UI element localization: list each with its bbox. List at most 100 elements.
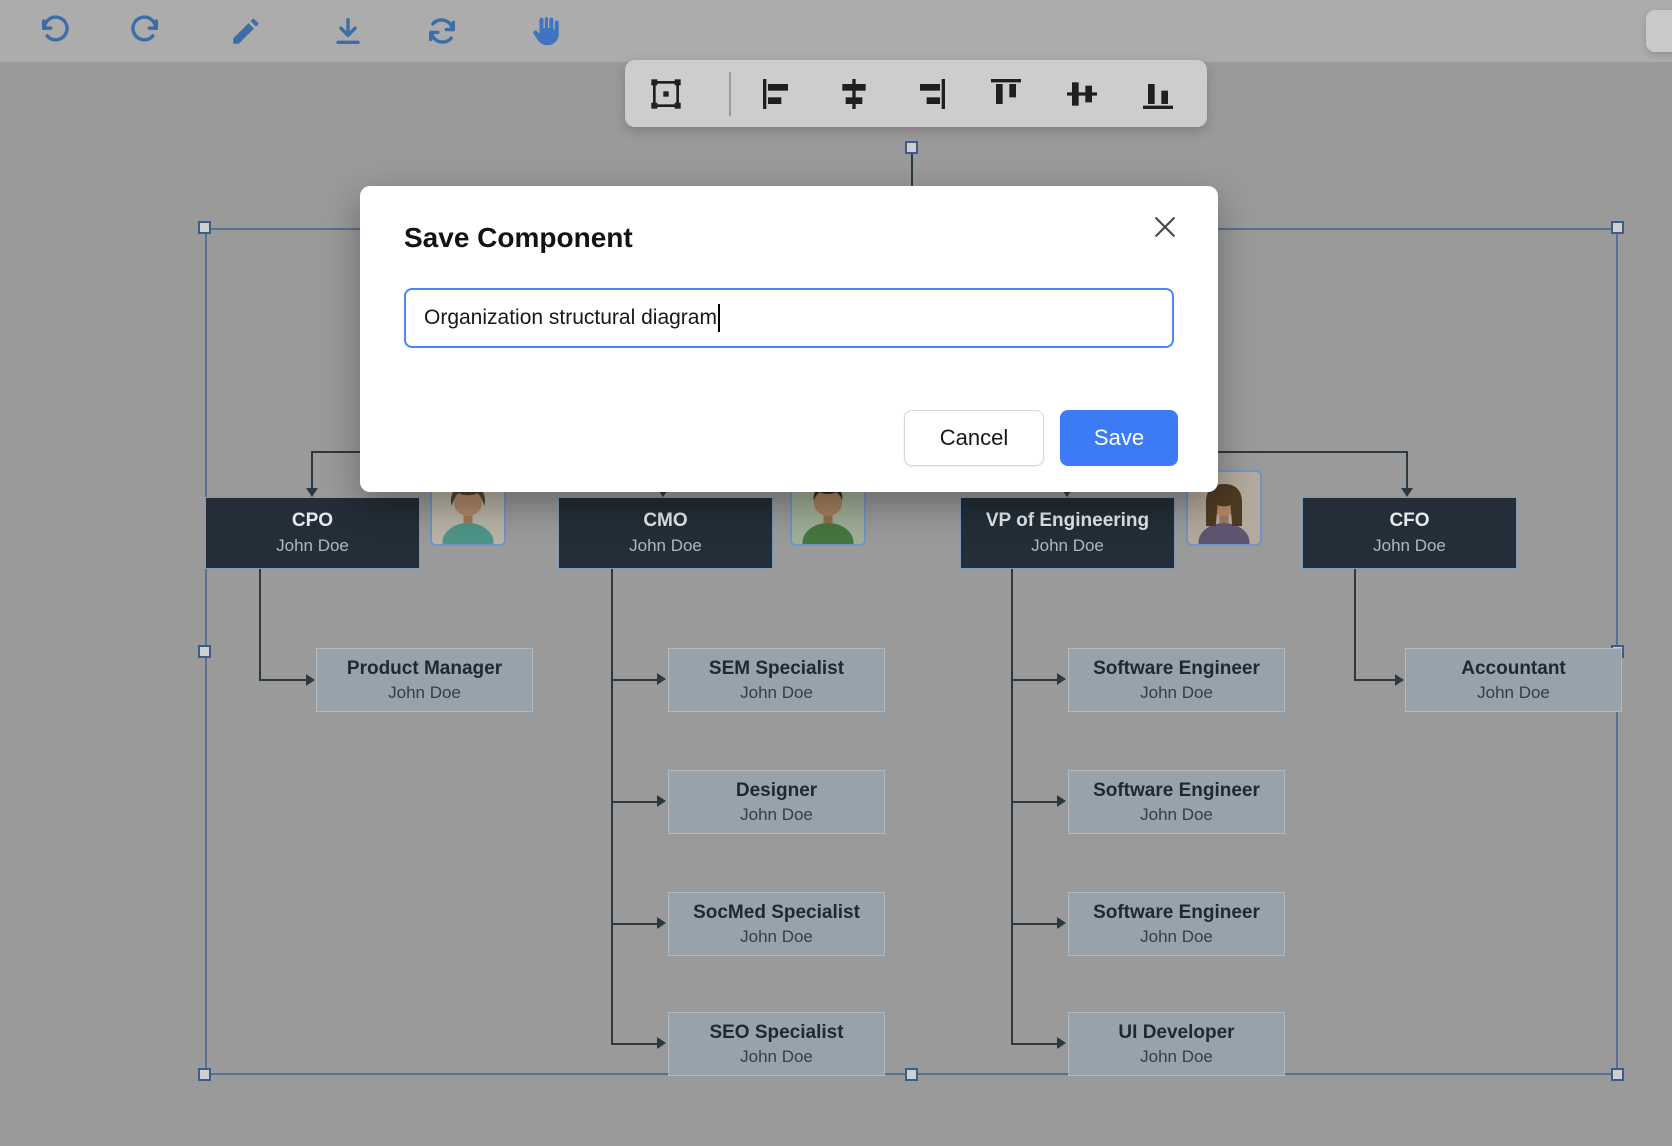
- node-subtitle: John Doe: [388, 683, 461, 703]
- node-subtitle: John Doe: [1140, 1047, 1213, 1067]
- align-top-icon: [986, 74, 1026, 114]
- connector-top-stub: [911, 154, 913, 188]
- node-title: Software Engineer: [1093, 780, 1260, 802]
- org-node-software-engineer-1[interactable]: Software Engineer John Doe: [1068, 648, 1285, 712]
- connector-line: [259, 569, 261, 680]
- undo-button[interactable]: [37, 13, 73, 49]
- connector-line: [1406, 451, 1408, 488]
- node-subtitle: John Doe: [276, 536, 349, 556]
- selection-handle-middle-left[interactable]: [198, 645, 211, 658]
- transform-select-button[interactable]: [645, 73, 687, 115]
- connector-arrow: [1057, 917, 1066, 929]
- save-button[interactable]: Save: [1060, 410, 1178, 466]
- node-title: Designer: [736, 780, 817, 802]
- org-node-product-manager[interactable]: Product Manager John Doe: [316, 648, 533, 712]
- hand-pan-icon: [529, 14, 563, 48]
- selection-handle-top-left[interactable]: [198, 221, 211, 234]
- node-title: Product Manager: [347, 658, 502, 680]
- node-title: Software Engineer: [1093, 658, 1260, 680]
- align-right-button[interactable]: [909, 73, 951, 115]
- redo-icon: [128, 14, 162, 48]
- node-title: Software Engineer: [1093, 902, 1260, 924]
- text-caret: [718, 304, 720, 332]
- connector-line: [1011, 923, 1058, 925]
- node-title: CMO: [643, 510, 687, 532]
- toolbar-separator: [729, 72, 731, 116]
- cancel-button[interactable]: Cancel: [904, 410, 1044, 466]
- node-subtitle: John Doe: [740, 1047, 813, 1067]
- connector-line: [1011, 801, 1058, 803]
- align-center-horizontal-button[interactable]: [833, 73, 875, 115]
- connector-arrow: [306, 488, 318, 497]
- component-name-input[interactable]: Organization structural diagram: [404, 288, 1174, 348]
- node-subtitle: John Doe: [740, 805, 813, 825]
- connector-line: [1011, 1043, 1058, 1045]
- org-node-cmo[interactable]: CMO John Doe: [558, 497, 773, 569]
- undo-icon: [38, 14, 72, 48]
- align-top-button[interactable]: [985, 73, 1027, 115]
- align-middle-vertical-button[interactable]: [1061, 73, 1103, 115]
- align-left-button[interactable]: [757, 73, 799, 115]
- connector-line: [1354, 568, 1356, 680]
- pan-button[interactable]: [528, 13, 564, 49]
- connector-arrow: [657, 673, 666, 685]
- org-node-cfo[interactable]: CFO John Doe: [1302, 497, 1517, 569]
- connector-line: [1218, 451, 1408, 453]
- org-node-cpo[interactable]: CPO John Doe: [205, 497, 420, 569]
- org-node-socmed-specialist[interactable]: SocMed Specialist John Doe: [668, 892, 885, 956]
- dialog-title: Save Component: [404, 222, 1174, 254]
- selection-handle-bottom-right[interactable]: [1611, 1068, 1624, 1081]
- edit-button[interactable]: [228, 13, 264, 49]
- node-subtitle: John Doe: [1477, 683, 1550, 703]
- transform-select-icon: [646, 74, 686, 114]
- connector-line: [611, 679, 658, 681]
- download-icon: [331, 14, 365, 48]
- sync-button[interactable]: [424, 13, 460, 49]
- connector-line: [611, 923, 658, 925]
- app-canvas: CPO John Doe CMO John Doe VP of Engineer…: [0, 0, 1672, 1146]
- top-toolbar: [0, 0, 1672, 62]
- node-subtitle: John Doe: [629, 536, 702, 556]
- org-node-vp-engineering[interactable]: VP of Engineering John Doe: [960, 497, 1175, 569]
- org-node-designer[interactable]: Designer John Doe: [668, 770, 885, 834]
- input-value: Organization structural diagram: [424, 306, 717, 330]
- align-toolbar: [625, 60, 1207, 127]
- node-subtitle: John Doe: [740, 927, 813, 947]
- org-node-software-engineer-3[interactable]: Software Engineer John Doe: [1068, 892, 1285, 956]
- align-left-icon: [758, 74, 798, 114]
- connector-arrow: [1057, 795, 1066, 807]
- align-bottom-icon: [1138, 74, 1178, 114]
- selection-handle-bottom-left[interactable]: [198, 1068, 211, 1081]
- org-node-sem-specialist[interactable]: SEM Specialist John Doe: [668, 648, 885, 712]
- org-node-software-engineer-2[interactable]: Software Engineer John Doe: [1068, 770, 1285, 834]
- redo-button[interactable]: [127, 13, 163, 49]
- connector-line: [1354, 679, 1396, 681]
- org-node-accountant[interactable]: Accountant John Doe: [1405, 648, 1622, 712]
- node-title: CFO: [1389, 510, 1429, 532]
- node-title: UI Developer: [1118, 1022, 1234, 1044]
- connector-line: [1011, 569, 1013, 1044]
- save-component-dialog: Save Component Organization structural d…: [360, 186, 1218, 492]
- selection-handle-top-center[interactable]: [905, 141, 918, 154]
- node-subtitle: John Doe: [740, 683, 813, 703]
- connector-line: [259, 679, 307, 681]
- align-middle-vertical-icon: [1062, 74, 1102, 114]
- org-node-ui-developer[interactable]: UI Developer John Doe: [1068, 1012, 1285, 1076]
- connector-arrow: [1057, 1037, 1066, 1049]
- close-button[interactable]: [1150, 212, 1180, 242]
- node-title: SEO Specialist: [709, 1022, 843, 1044]
- connector-arrow: [657, 1037, 666, 1049]
- node-subtitle: John Doe: [1140, 805, 1213, 825]
- connector-arrow: [1401, 488, 1413, 497]
- connector-line: [611, 801, 658, 803]
- connector-line: [311, 451, 313, 488]
- align-bottom-button[interactable]: [1137, 73, 1179, 115]
- node-subtitle: John Doe: [1140, 683, 1213, 703]
- selection-handle-top-right[interactable]: [1611, 221, 1624, 234]
- selection-handle-bottom-center[interactable]: [905, 1068, 918, 1081]
- connector-arrow: [306, 674, 315, 686]
- node-title: Accountant: [1461, 658, 1566, 680]
- connector-arrow: [1395, 674, 1404, 686]
- org-node-seo-specialist[interactable]: SEO Specialist John Doe: [668, 1012, 885, 1076]
- download-button[interactable]: [330, 13, 366, 49]
